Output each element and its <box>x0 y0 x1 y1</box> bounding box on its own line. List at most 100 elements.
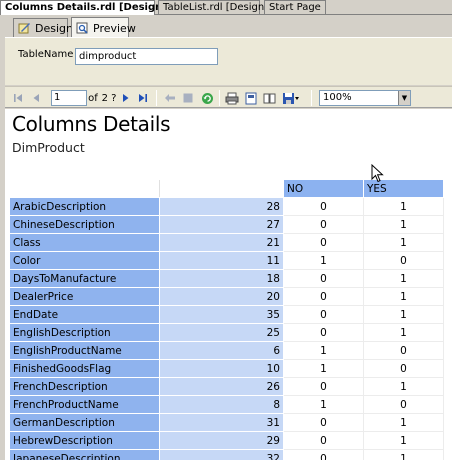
no-value-cell: 0 <box>283 323 364 342</box>
column-ordinal-cell: 18 <box>159 269 284 288</box>
yes-value-cell: 0 <box>363 359 444 378</box>
yes-value-cell: 1 <box>363 305 444 324</box>
no-value-cell: 0 <box>283 305 364 324</box>
current-page-input[interactable]: 1 <box>51 90 87 106</box>
print-icon[interactable] <box>224 90 239 106</box>
no-value-cell: 0 <box>283 413 364 432</box>
yes-value-cell: 1 <box>363 323 444 342</box>
next-page-icon[interactable] <box>120 90 132 106</box>
column-name-cell: Color <box>9 251 160 270</box>
column-name-cell: ArabicDescription <box>9 197 160 216</box>
report-toolbar: 1 of 2 ? 100% ▼ <box>5 86 452 108</box>
no-value-cell: 1 <box>283 251 364 270</box>
tab-design-label: Design <box>35 21 73 35</box>
table-row: JapaneseDescription 32 0 1 <box>9 449 444 460</box>
table-row: FrenchDescription 26 0 1 <box>9 377 444 396</box>
no-value-cell: 1 <box>283 395 364 414</box>
column-ordinal-cell: 6 <box>159 341 284 360</box>
column-ordinal-cell: 31 <box>159 413 284 432</box>
column-ordinal-cell: 29 <box>159 431 284 450</box>
preview-icon <box>76 22 89 34</box>
no-value-cell: 0 <box>283 449 364 460</box>
table-row: HebrewDescription 29 0 1 <box>9 431 444 450</box>
column-ordinal-cell: 28 <box>159 197 284 216</box>
tab-preview[interactable]: Preview <box>71 17 136 38</box>
yes-value-cell: 1 <box>363 449 444 460</box>
yes-value-cell: 0 <box>363 251 444 270</box>
table-row: EnglishProductName 6 1 0 <box>9 341 444 360</box>
yes-value-cell: 1 <box>363 413 444 432</box>
column-name-cell: EnglishDescription <box>9 323 160 342</box>
no-value-cell: 0 <box>283 215 364 234</box>
table-row: EndDate 35 0 1 <box>9 305 444 324</box>
of-label: of <box>88 92 98 104</box>
print-layout-icon[interactable] <box>243 90 258 106</box>
no-value-cell: 0 <box>283 269 364 288</box>
table-row: EnglishDescription 25 0 1 <box>9 323 444 342</box>
toolbar-separator <box>311 90 312 106</box>
no-value-cell: 0 <box>283 197 364 216</box>
mouse-pointer-icon <box>371 163 385 184</box>
tablename-label: TableName <box>18 49 74 60</box>
report-title: Columns Details <box>12 112 171 136</box>
tab-design[interactable]: Design <box>13 18 73 37</box>
toolbar-separator <box>156 90 157 106</box>
column-ordinal-cell: 25 <box>159 323 284 342</box>
column-ordinal-cell: 8 <box>159 395 284 414</box>
export-icon[interactable] <box>281 90 301 106</box>
zoom-select[interactable]: 100% ▼ <box>319 90 411 106</box>
table-row: ArabicDescription 28 0 1 <box>9 197 444 216</box>
no-value-cell: 0 <box>283 377 364 396</box>
yes-value-cell: 1 <box>363 269 444 288</box>
tablename-input[interactable]: dimproduct <box>75 48 218 65</box>
total-pages-label: 2 ? <box>101 92 117 104</box>
yes-value-cell: 1 <box>363 287 444 306</box>
column-name-cell: HebrewDescription <box>9 431 160 450</box>
yes-value-cell: 0 <box>363 341 444 360</box>
page-setup-icon[interactable] <box>262 90 277 106</box>
toolbar-separator <box>219 90 220 106</box>
table-row: Class 21 0 1 <box>9 233 444 252</box>
column-name-cell: FrenchDescription <box>9 377 160 396</box>
last-page-icon[interactable] <box>137 90 149 106</box>
yes-value-cell: 1 <box>363 215 444 234</box>
back-icon[interactable] <box>163 90 177 106</box>
chevron-down-icon[interactable]: ▼ <box>398 91 410 105</box>
previous-page-icon[interactable] <box>30 90 42 106</box>
first-page-icon[interactable] <box>12 90 24 106</box>
parameter-panel: TableName dimproduct <box>5 37 452 85</box>
doc-tab-tablelist[interactable]: TableList.rdl [Design] <box>158 0 268 14</box>
column-ordinal-cell: 35 <box>159 305 284 324</box>
column-name-cell: FrenchProductName <box>9 395 160 414</box>
header-blank-cell <box>159 179 284 198</box>
table-row: DealerPrice 20 0 1 <box>9 287 444 306</box>
tab-preview-label: Preview <box>93 21 136 35</box>
column-name-cell: GermanDescription <box>9 413 160 432</box>
yes-value-cell: 1 <box>363 431 444 450</box>
stop-icon[interactable] <box>181 90 195 106</box>
report-viewer: Columns Details DimProduct NO YES Arabic… <box>5 109 452 460</box>
table-row: FrenchProductName 8 1 0 <box>9 395 444 414</box>
no-value-cell: 1 <box>283 359 364 378</box>
doc-tab-columns-details[interactable]: Columns Details.rdl [Design] <box>0 0 167 15</box>
table-row: GermanDescription 31 0 1 <box>9 413 444 432</box>
column-name-cell: EndDate <box>9 305 160 324</box>
yes-value-cell: 1 <box>363 377 444 396</box>
column-name-cell: DealerPrice <box>9 287 160 306</box>
doc-tab-start-page[interactable]: Start Page <box>264 0 326 14</box>
table-row: FinishedGoodsFlag 10 1 0 <box>9 359 444 378</box>
column-name-cell: ChineseDescription <box>9 215 160 234</box>
table-row: DaysToManufacture 18 0 1 <box>9 269 444 288</box>
header-blank-cell <box>9 179 160 198</box>
refresh-icon[interactable] <box>200 90 214 106</box>
column-ordinal-cell: 10 <box>159 359 284 378</box>
no-value-cell: 0 <box>283 233 364 252</box>
report-subtitle: DimProduct <box>12 140 85 155</box>
column-ordinal-cell: 27 <box>159 215 284 234</box>
column-name-cell: EnglishProductName <box>9 341 160 360</box>
no-value-cell: 0 <box>283 431 364 450</box>
column-ordinal-cell: 20 <box>159 287 284 306</box>
table-row: ChineseDescription 27 0 1 <box>9 215 444 234</box>
view-tab-strip: Design Preview <box>0 15 452 38</box>
no-value-cell: 0 <box>283 287 364 306</box>
